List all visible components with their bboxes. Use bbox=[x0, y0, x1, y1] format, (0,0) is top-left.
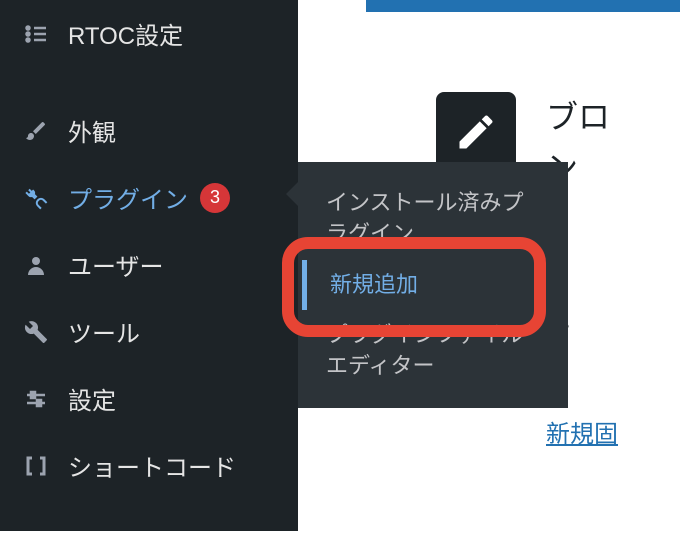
edit-icon bbox=[436, 92, 516, 172]
sidebar-item-label: RTOC設定 bbox=[68, 16, 183, 51]
submenu-item-add-new[interactable]: 新規追加 bbox=[302, 260, 568, 311]
list-icon bbox=[20, 18, 52, 50]
brackets-icon bbox=[20, 450, 52, 482]
accent-bar bbox=[366, 0, 680, 12]
brush-icon bbox=[20, 115, 52, 147]
content-link[interactable]: 新規固 bbox=[546, 416, 618, 454]
sliders-icon bbox=[20, 383, 52, 415]
admin-sidebar: RTOC設定 外観 プラグイン 3 ユーザー ツール 設定 シ bbox=[0, 0, 298, 531]
update-badge: 3 bbox=[200, 183, 230, 213]
sidebar-item-label: ショートコード bbox=[68, 448, 236, 483]
user-icon bbox=[20, 249, 52, 281]
sidebar-item-label: ツール bbox=[68, 314, 140, 349]
submenu-item-editor[interactable]: プラグインファイルエディター bbox=[298, 310, 568, 392]
sidebar-item-shortcode[interactable]: ショートコード bbox=[0, 432, 298, 499]
title-fragment: ブロ bbox=[546, 92, 618, 143]
sidebar-item-tools[interactable]: ツール bbox=[0, 298, 298, 365]
sidebar-item-settings[interactable]: 設定 bbox=[0, 365, 298, 432]
sidebar-item-appearance[interactable]: 外観 bbox=[0, 97, 298, 164]
sidebar-item-rtoc[interactable]: RTOC設定 bbox=[0, 0, 298, 67]
plug-icon bbox=[20, 182, 52, 214]
sidebar-item-label: 設定 bbox=[68, 381, 116, 416]
wrench-icon bbox=[20, 316, 52, 348]
plugins-submenu: インストール済みプラグイン 新規追加 プラグインファイルエディター bbox=[298, 162, 568, 408]
sidebar-item-plugins[interactable]: プラグイン 3 bbox=[0, 164, 298, 231]
sidebar-item-label: プラグイン bbox=[68, 180, 188, 215]
sidebar-item-label: 外観 bbox=[68, 113, 116, 148]
sidebar-item-users[interactable]: ユーザー bbox=[0, 231, 298, 298]
submenu-item-installed[interactable]: インストール済みプラグイン bbox=[298, 178, 568, 260]
sidebar-item-label: ユーザー bbox=[68, 247, 164, 282]
